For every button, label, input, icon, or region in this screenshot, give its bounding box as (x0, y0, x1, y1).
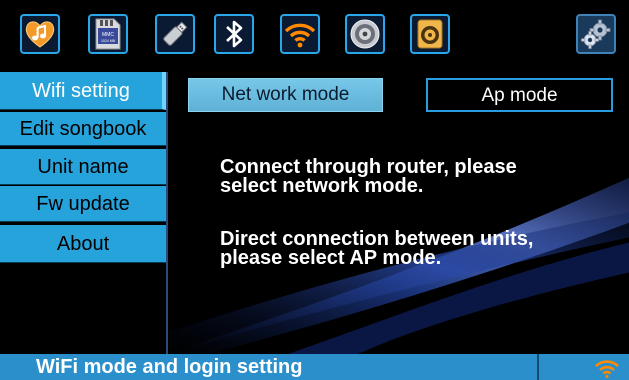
ap-message-line2: please select AP mode. (220, 247, 442, 269)
top-icon-bar: MMC 1024 MB (0, 0, 629, 70)
speaker-icon (348, 17, 382, 51)
music-button[interactable] (20, 14, 60, 54)
sub-speaker-button[interactable] (410, 14, 450, 54)
sd-card-button[interactable]: MMC 1024 MB (88, 14, 128, 54)
menu-item-about[interactable]: About (0, 225, 166, 263)
status-divider (537, 354, 539, 380)
sub-speaker-icon (414, 17, 446, 51)
usb-button[interactable] (155, 14, 195, 54)
sd-card-size: 1024 MB (101, 39, 116, 43)
music-icon (23, 17, 57, 51)
wifi-button[interactable] (280, 14, 320, 54)
menu-item-wifi-setting[interactable]: Wifi setting (0, 72, 166, 110)
screen: MMC 1024 MB Wifi setting Edit songbook U… (0, 0, 629, 380)
sd-card-brand: MMC (102, 32, 114, 38)
usb-drive-icon (158, 17, 192, 51)
background-swoosh (168, 177, 629, 354)
settings-menu: Wifi setting Edit songbook Unit name Fw … (0, 72, 166, 354)
router-message: Connect through router, please select ne… (220, 157, 620, 197)
menu-item-edit-songbook[interactable]: Edit songbook (0, 112, 166, 146)
bluetooth-button[interactable] (214, 14, 254, 54)
bluetooth-icon (219, 17, 249, 51)
speaker-button[interactable] (345, 14, 385, 54)
wifi-status-icon (594, 358, 620, 380)
status-text: WiFi mode and login setting (36, 356, 303, 378)
router-message-line2: select network mode. (220, 175, 424, 197)
wifi-icon (283, 17, 317, 51)
wifi-setting-panel: Net work mode Ap mode Connect through ro… (166, 72, 629, 354)
menu-item-fw-update[interactable]: Fw update (0, 186, 166, 222)
settings-gears-icon (579, 17, 613, 51)
ap-message: Direct connection between units, please … (220, 229, 620, 269)
settings-button[interactable] (576, 14, 616, 54)
tab-network-mode[interactable]: Net work mode (188, 78, 383, 112)
menu-item-unit-name[interactable]: Unit name (0, 149, 166, 185)
sd-card-icon: MMC 1024 MB (92, 17, 124, 51)
status-bar: WiFi mode and login setting (0, 354, 629, 380)
tab-ap-mode[interactable]: Ap mode (426, 78, 613, 112)
